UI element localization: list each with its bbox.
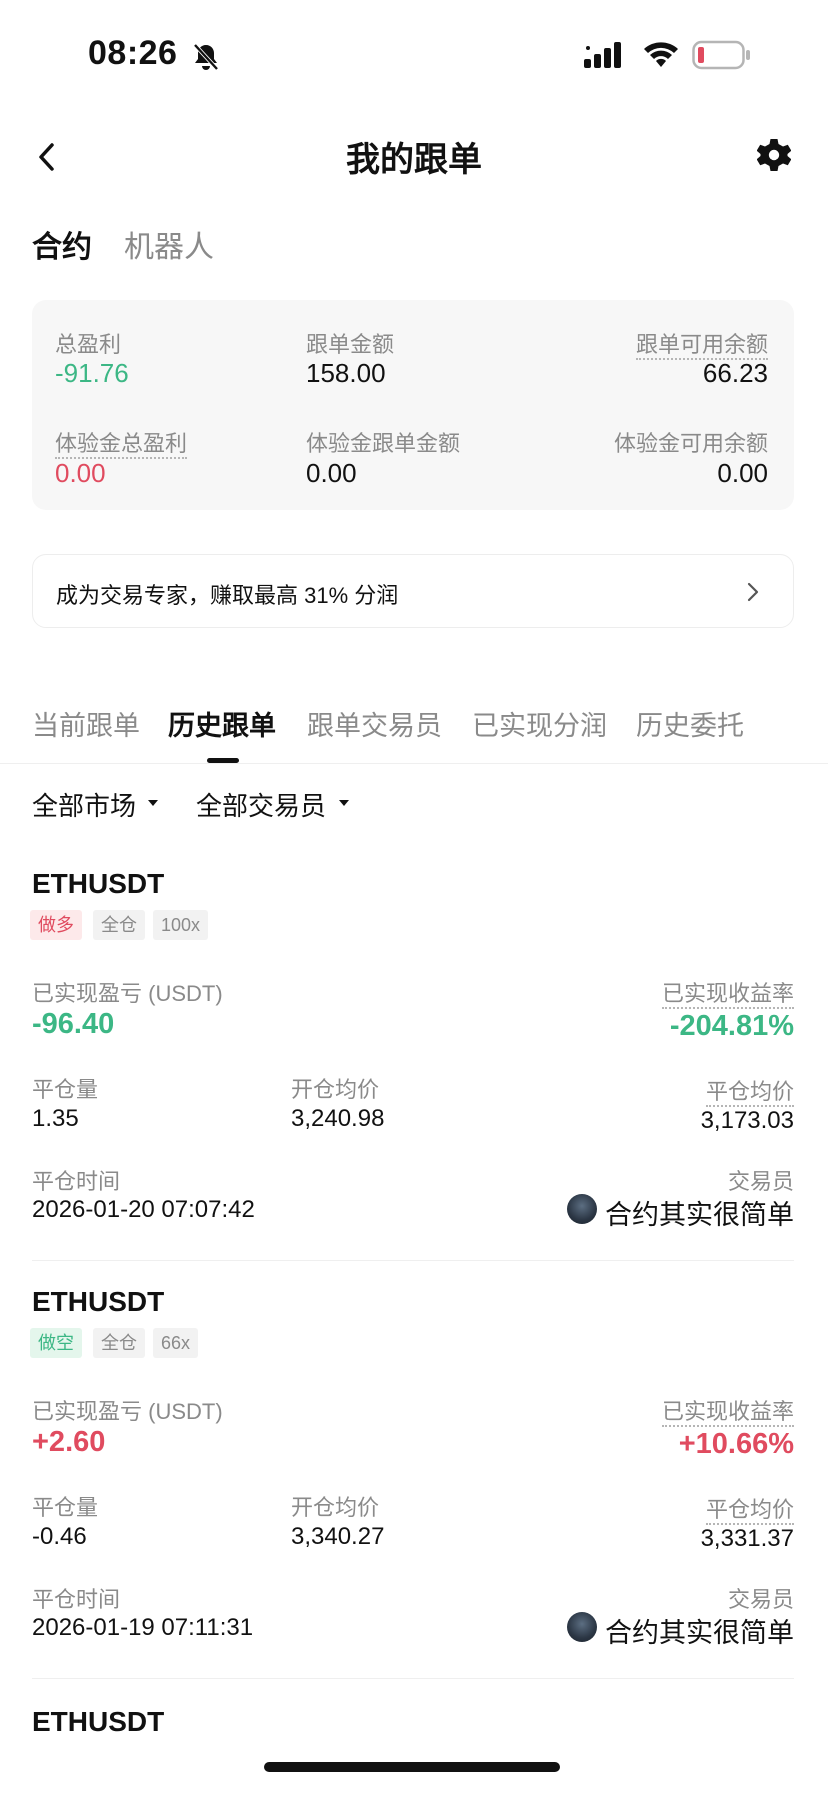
caret-down-icon: [148, 800, 158, 806]
close-time-value: 2026-01-19 07:11:31: [32, 1614, 254, 1641]
margin-mode-tag: 全仓: [93, 910, 145, 940]
realized-rate-label[interactable]: 已实现收益率: [661, 981, 794, 1009]
record-symbol[interactable]: ETHUSDT: [32, 868, 164, 900]
open-avg-label: 开仓均价: [291, 1495, 380, 1520]
chevron-right-icon: [747, 582, 759, 602]
open-avg-label: 开仓均价: [291, 1077, 380, 1102]
trader-label: 交易员: [727, 1169, 794, 1194]
leverage-tag: 66x: [153, 1328, 199, 1358]
trial-pnl-label[interactable]: 体验金总盈利: [55, 431, 188, 459]
close-avg-value: 3,331.37: [700, 1525, 794, 1552]
follow-amount-value: 158.00: [306, 358, 386, 388]
follow-amount-label: 跟单金额: [306, 332, 395, 357]
close-avg-label[interactable]: 平仓均价: [705, 1079, 794, 1107]
page-title: 我的跟单: [346, 141, 482, 179]
close-time-label: 平仓时间: [32, 1587, 121, 1612]
trial-available-label: 体验金可用余额: [613, 431, 768, 456]
trial-pnl-value: 0.00: [55, 458, 106, 488]
trader-avatar[interactable]: [567, 1612, 597, 1642]
wifi-icon: [644, 42, 678, 67]
open-avg-value: 3,240.98: [291, 1105, 385, 1132]
close-time-value: 2026-01-20 07:07:42: [32, 1196, 255, 1223]
total-pnl-value: -91.76: [55, 358, 129, 388]
realized-pnl-label: 已实现盈亏 (USDT): [32, 1399, 223, 1424]
available-balance-label[interactable]: 跟单可用余额: [635, 332, 768, 360]
trader-avatar[interactable]: [567, 1194, 597, 1224]
trader-name[interactable]: 合约其实很简单: [605, 1611, 794, 1650]
tab-contract[interactable]: 合约: [32, 222, 92, 266]
tab-current-follow[interactable]: 当前跟单: [32, 704, 140, 743]
realized-pnl-value: +2.60: [32, 1426, 106, 1458]
tab-bot[interactable]: 机器人: [124, 222, 214, 266]
realized-rate-label[interactable]: 已实现收益率: [661, 1399, 794, 1427]
cellular-signal-icon: [584, 42, 621, 68]
trial-amount-value: 0.00: [306, 458, 357, 488]
side-tag-short: 做空: [30, 1328, 82, 1358]
close-avg-value: 3,173.03: [700, 1107, 794, 1134]
realized-pnl-label: 已实现盈亏 (USDT): [32, 981, 223, 1006]
tab-history-follow[interactable]: 历史跟单: [168, 704, 276, 743]
market-filter[interactable]: 全部市场: [32, 786, 136, 823]
leverage-tag: 100x: [153, 910, 209, 940]
promo-text: 成为交易专家，赚取最高 31% 分润: [56, 583, 399, 608]
record-divider: [32, 1260, 794, 1261]
tabs-divider: [0, 763, 828, 764]
side-tag-long: 做多: [30, 910, 82, 940]
tab-history-orders[interactable]: 历史委托: [636, 704, 744, 743]
trader-label: 交易员: [727, 1587, 794, 1612]
total-pnl-label: 总盈利: [55, 332, 122, 357]
record-symbol[interactable]: ETHUSDT: [32, 1706, 332, 1732]
realized-rate-value: -204.81%: [669, 1010, 794, 1042]
trader-filter[interactable]: 全部交易员: [196, 786, 326, 823]
realized-rate-value: +10.66%: [678, 1428, 794, 1460]
bell-off-icon: [193, 43, 219, 71]
close-qty-value: 1.35: [32, 1105, 79, 1132]
close-qty-label: 平仓量: [32, 1077, 99, 1102]
trader-name[interactable]: 合约其实很简单: [605, 1193, 794, 1232]
record-symbol[interactable]: ETHUSDT: [32, 1286, 164, 1318]
margin-mode-tag: 全仓: [93, 1328, 145, 1358]
trial-amount-label: 体验金跟单金额: [306, 431, 461, 456]
close-avg-label[interactable]: 平仓均价: [705, 1497, 794, 1525]
tab-follow-traders[interactable]: 跟单交易员: [307, 704, 442, 743]
status-time: 08:26: [88, 34, 178, 72]
close-qty-value: -0.46: [32, 1523, 87, 1550]
open-avg-value: 3,340.27: [291, 1523, 385, 1550]
gear-icon[interactable]: [757, 138, 791, 172]
battery-low-icon: [692, 40, 750, 70]
available-balance-value: 66.23: [702, 358, 768, 388]
trial-available-value: 0.00: [717, 458, 768, 488]
record-symbol-partial[interactable]: ETHUSDT: [32, 1706, 332, 1732]
close-time-label: 平仓时间: [32, 1169, 121, 1194]
realized-pnl-value: -96.40: [32, 1008, 115, 1040]
home-indicator[interactable]: [264, 1762, 560, 1772]
close-qty-label: 平仓量: [32, 1495, 99, 1520]
record-divider: [32, 1678, 794, 1679]
caret-down-icon: [339, 800, 349, 806]
tab-realized-share[interactable]: 已实现分润: [472, 704, 607, 743]
